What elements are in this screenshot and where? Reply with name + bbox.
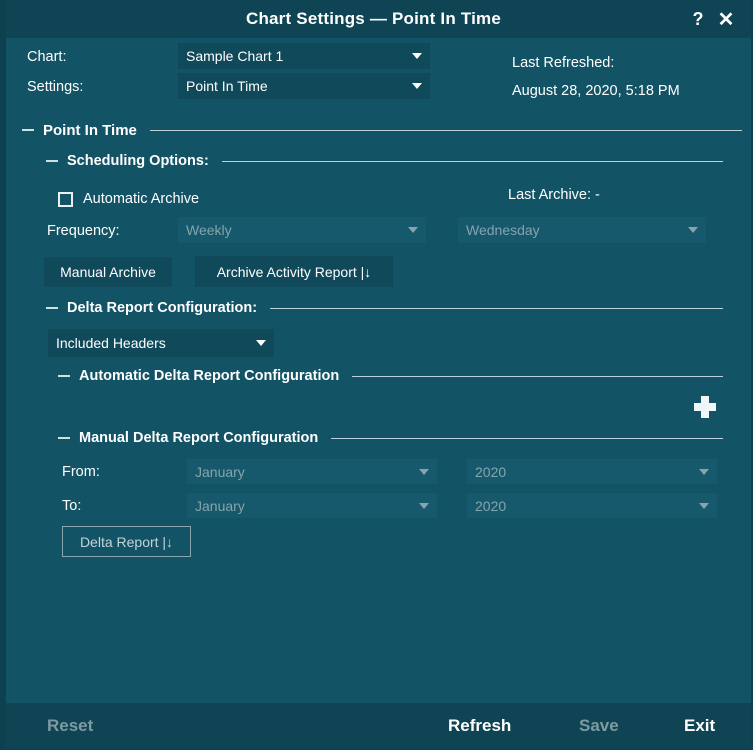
weekday-select[interactable]: Wednesday: [458, 217, 706, 243]
frequency-select[interactable]: Weekly: [178, 217, 426, 243]
title-bar: Chart Settings — Point In Time ? ✕: [6, 0, 751, 38]
section-automatic-delta-report-configuration: Automatic Delta Report Configuration: [58, 367, 723, 385]
last-archive-status: Last Archive: -: [508, 187, 600, 203]
to-month-value: January: [195, 497, 245, 514]
refresh-button[interactable]: Refresh: [448, 703, 511, 748]
section-point-in-time: Point In Time: [22, 121, 742, 139]
manual-archive-button[interactable]: Manual Archive: [44, 257, 172, 287]
section-rule: [270, 307, 723, 309]
save-button[interactable]: Save: [579, 703, 619, 748]
settings-select[interactable]: Point In Time: [178, 73, 430, 99]
last-refreshed-label: Last Refreshed:: [512, 55, 615, 71]
chevron-down-icon: [419, 502, 429, 509]
chevron-down-icon: [419, 468, 429, 475]
help-icon[interactable]: ?: [685, 4, 711, 34]
section-manual-delta-report-configuration: Manual Delta Report Configuration: [58, 429, 723, 447]
section-delta-report-configuration: Delta Report Configuration:: [46, 299, 723, 317]
to-year-value: 2020: [475, 497, 507, 514]
section-label: Automatic Delta Report Configuration: [79, 368, 340, 384]
chart-label: Chart:: [27, 49, 67, 65]
collapse-icon[interactable]: [58, 375, 70, 377]
included-headers-select[interactable]: Included Headers: [48, 329, 274, 357]
section-rule: [221, 160, 723, 162]
section-scheduling-options: Scheduling Options:: [46, 152, 723, 170]
to-label: To:: [62, 498, 82, 514]
chart-settings-dialog: Chart Settings — Point In Time ? ✕ Chart…: [0, 0, 753, 750]
chevron-down-icon: [699, 502, 709, 509]
collapse-icon[interactable]: [46, 307, 58, 309]
chevron-down-icon: [688, 227, 698, 233]
frequency-select-value: Weekly: [186, 222, 232, 238]
automatic-archive-checkbox[interactable]: Automatic Archive: [58, 191, 199, 207]
checkbox-box: [58, 191, 73, 207]
archive-activity-report-button[interactable]: Archive Activity Report |↓: [195, 256, 393, 287]
chevron-down-icon: [699, 468, 709, 475]
weekday-select-value: Wednesday: [466, 222, 540, 238]
collapse-icon[interactable]: [22, 129, 34, 131]
section-label: Delta Report Configuration:: [67, 300, 258, 316]
chevron-down-icon: [412, 83, 422, 89]
chart-select-value: Sample Chart 1: [186, 48, 284, 64]
last-refreshed-value: August 28, 2020, 5:18 PM: [512, 83, 680, 99]
chevron-down-icon: [412, 53, 422, 59]
chevron-down-icon: [408, 227, 418, 233]
exit-button[interactable]: Exit: [684, 703, 715, 748]
chevron-down-icon: [256, 340, 266, 346]
settings-select-value: Point In Time: [186, 78, 268, 94]
from-month-select[interactable]: January: [187, 459, 437, 484]
section-rule: [331, 437, 723, 439]
section-rule: [149, 129, 742, 131]
section-label: Manual Delta Report Configuration: [79, 430, 319, 446]
automatic-archive-label: Automatic Archive: [83, 191, 200, 207]
reset-button[interactable]: Reset: [47, 703, 93, 748]
collapse-icon[interactable]: [46, 160, 58, 162]
section-label: Point In Time: [43, 121, 137, 139]
from-year-select[interactable]: 2020: [467, 459, 717, 484]
to-year-select[interactable]: 2020: [467, 493, 717, 518]
from-year-value: 2020: [475, 463, 507, 480]
settings-label: Settings:: [27, 79, 84, 95]
chart-select[interactable]: Sample Chart 1: [178, 43, 430, 69]
window-title: Chart Settings — Point In Time: [245, 9, 502, 28]
collapse-icon[interactable]: [58, 437, 70, 439]
plus-icon[interactable]: [694, 396, 716, 418]
included-headers-value: Included Headers: [56, 335, 166, 351]
from-month-value: January: [195, 463, 245, 480]
close-icon[interactable]: ✕: [713, 4, 739, 34]
footer-bar: Reset Refresh Save Exit: [6, 703, 751, 748]
to-month-select[interactable]: January: [187, 493, 437, 518]
from-label: From:: [62, 464, 100, 480]
delta-report-button[interactable]: Delta Report |↓: [62, 526, 191, 557]
section-rule: [352, 375, 723, 377]
section-label: Scheduling Options:: [67, 153, 209, 169]
frequency-label: Frequency:: [47, 223, 120, 239]
